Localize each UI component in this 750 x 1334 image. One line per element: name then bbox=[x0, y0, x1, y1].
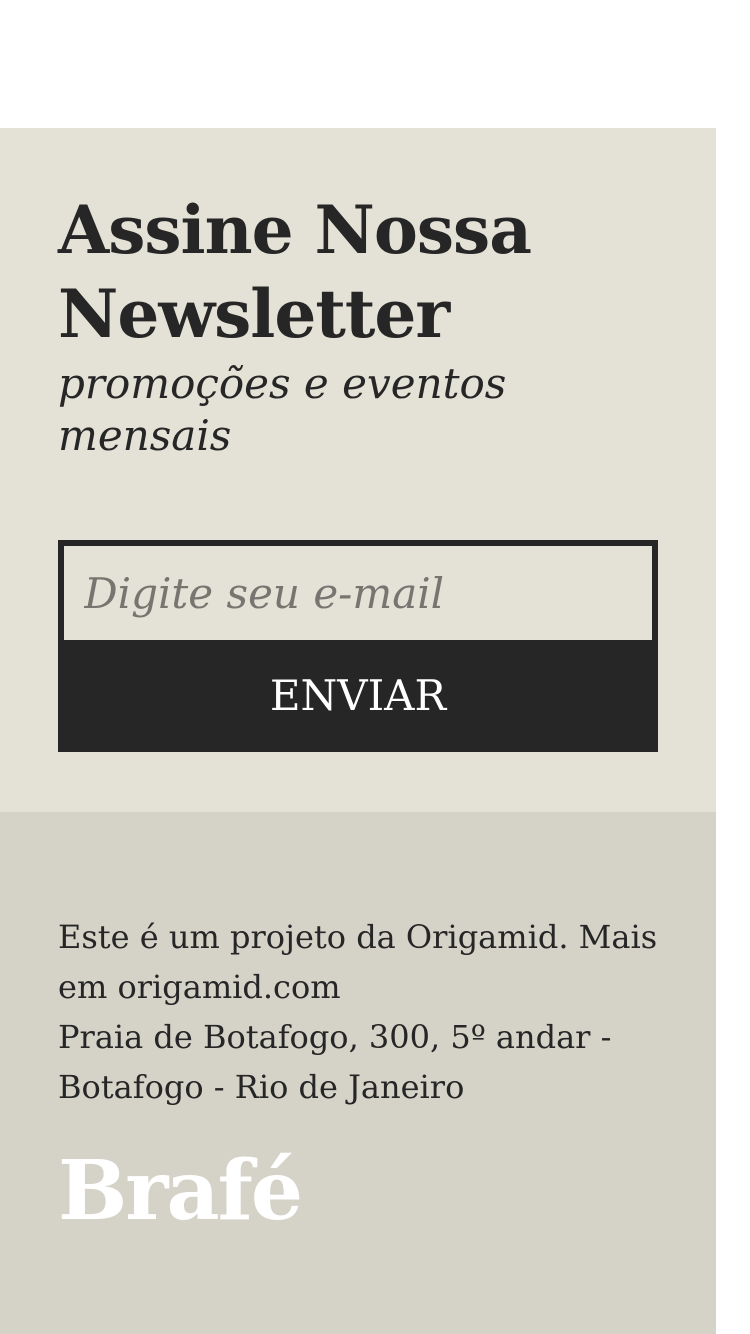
newsletter-title: Assine Nossa Newsletter bbox=[58, 191, 532, 353]
footer-address: Praia de Botafogo, 300, 5º andar - Botaf… bbox=[58, 1018, 612, 1106]
footer: Este é um projeto da Origamid. Mais em o… bbox=[0, 812, 716, 1334]
send-button[interactable]: ENVIAR bbox=[58, 640, 658, 752]
brafe-logo: Brafé bbox=[58, 1143, 303, 1239]
email-input[interactable] bbox=[64, 546, 652, 640]
footer-project-credit: Este é um projeto da Origamid. Mais em o… bbox=[58, 918, 658, 1006]
footer-info: Este é um projeto da Origamid. Mais em o… bbox=[58, 912, 668, 1112]
newsletter-form: ENVIAR bbox=[58, 540, 658, 752]
page: Assine Nossa Newsletter promoções e even… bbox=[0, 0, 750, 1334]
newsletter-section: Assine Nossa Newsletter promoções e even… bbox=[0, 128, 716, 812]
newsletter-subtitle: promoções e eventos mensais bbox=[58, 359, 507, 460]
